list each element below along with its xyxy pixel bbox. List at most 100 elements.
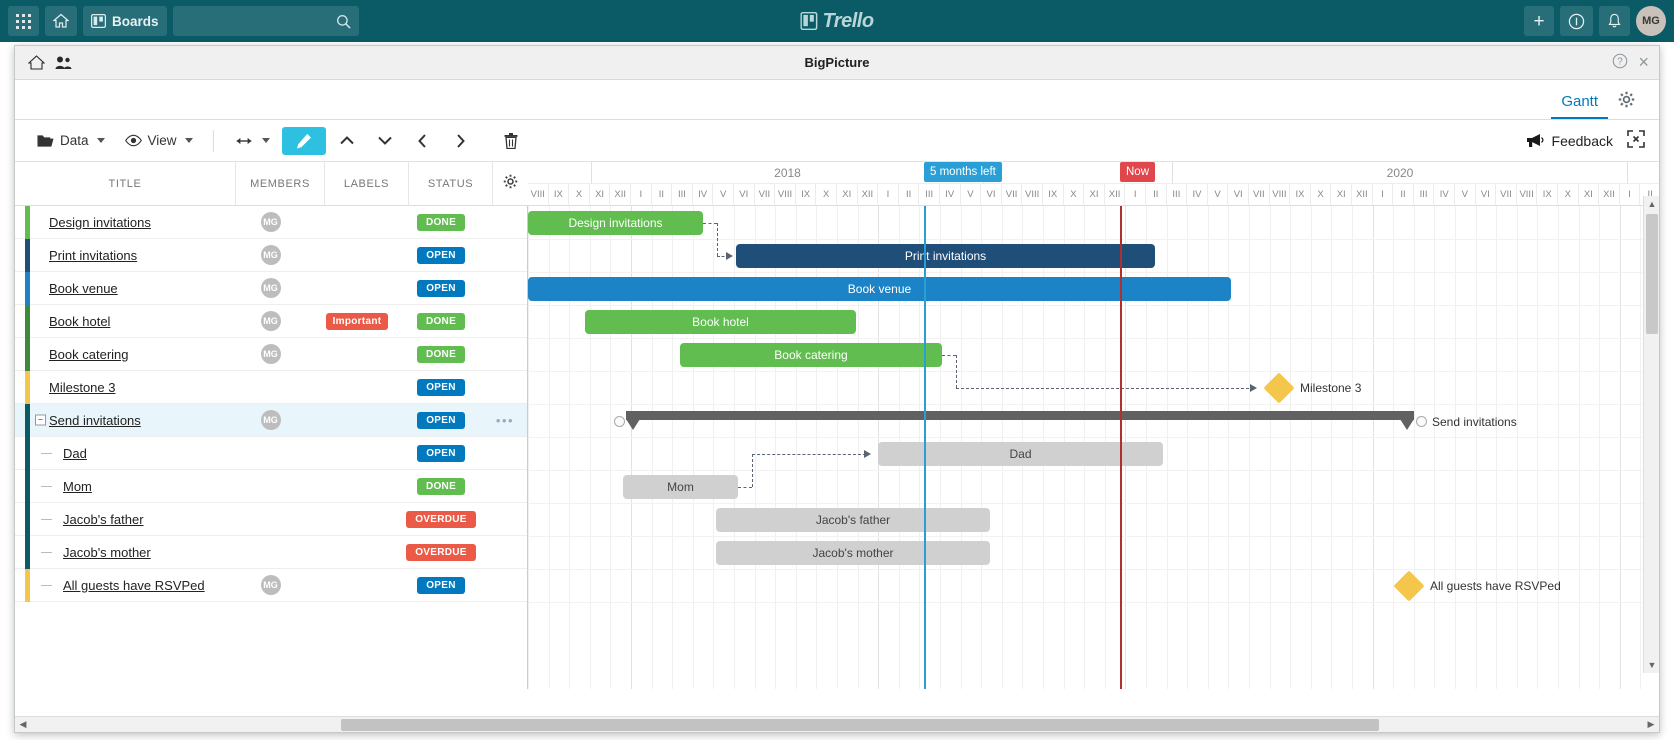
scroll-up-arrow[interactable]: ▲	[1644, 196, 1659, 212]
member-avatar[interactable]: MG	[261, 344, 281, 364]
row-title-link[interactable]: Book hotel	[49, 314, 110, 329]
move-up-button[interactable]	[330, 127, 364, 155]
status-badge[interactable]: OPEN	[417, 280, 465, 297]
row-title-link[interactable]: Milestone 3	[49, 380, 115, 395]
scroll-down-arrow[interactable]: ▼	[1644, 657, 1659, 673]
move-down-button[interactable]	[368, 127, 402, 155]
add-icon[interactable]: +	[1524, 6, 1554, 36]
status-badge[interactable]: DONE	[417, 346, 465, 363]
table-row[interactable]: Jacob's father OVERDUE	[15, 503, 527, 536]
table-row[interactable]: All guests have RSVPedMGOPEN	[15, 569, 527, 602]
status-badge[interactable]: OPEN	[417, 247, 465, 264]
table-row[interactable]: Book hotel MG Important DONE	[15, 305, 527, 338]
indent-button[interactable]	[444, 127, 478, 155]
milestone-diamond[interactable]	[1393, 570, 1424, 601]
summary-handle-right[interactable]	[1416, 416, 1427, 427]
timeline-marker-label[interactable]: 5 months left	[924, 162, 1002, 182]
apps-grid-icon[interactable]	[8, 6, 39, 36]
trello-logo[interactable]: Trello	[800, 10, 873, 33]
table-row[interactable]: Dad OPEN	[15, 437, 527, 470]
scroll-right-arrow[interactable]: ▶	[1643, 717, 1659, 733]
status-badge[interactable]: OPEN	[417, 412, 465, 429]
vertical-scroll-thumb[interactable]	[1646, 214, 1658, 334]
row-title-link[interactable]: Jacob's father	[63, 512, 144, 527]
member-avatar[interactable]: MG	[261, 245, 281, 265]
horizontal-scroll-thumb[interactable]	[341, 719, 1379, 731]
row-title-link[interactable]: Mom	[63, 479, 92, 494]
info-icon[interactable]	[1560, 6, 1593, 36]
row-expander[interactable]: −	[35, 415, 46, 426]
fullscreen-button[interactable]	[1627, 130, 1645, 151]
summary-handle-left[interactable]	[614, 416, 625, 427]
vertical-scrollbar[interactable]: ▲ ▼	[1643, 196, 1659, 673]
edit-mode-button[interactable]	[282, 127, 326, 155]
view-menu-button[interactable]: View	[117, 127, 201, 155]
tab-gantt[interactable]: Gantt	[1551, 93, 1608, 119]
table-row[interactable]: Mom DONE	[15, 470, 527, 503]
gantt-bar[interactable]: Jacob's father	[716, 508, 990, 532]
status-badge[interactable]: OVERDUE	[406, 511, 476, 528]
status-badge[interactable]: OPEN	[417, 379, 465, 396]
column-title[interactable]: TITLE	[15, 162, 236, 206]
gantt-bar[interactable]: Book hotel	[585, 310, 856, 334]
search-box[interactable]	[173, 6, 359, 36]
member-avatar[interactable]: MG	[261, 212, 281, 232]
table-row[interactable]: Book venue MG OPEN	[15, 272, 527, 305]
modal-people-icon[interactable]	[53, 52, 75, 74]
member-avatar[interactable]: MG	[261, 410, 281, 430]
boards-button[interactable]: Boards	[83, 6, 167, 36]
modal-home-icon[interactable]	[25, 52, 47, 74]
table-row[interactable]: −Send invitations MG OPEN •••	[15, 404, 527, 437]
table-row[interactable]: Design invitations MG DONE	[15, 206, 527, 239]
gantt-bar[interactable]: Jacob's mother	[716, 541, 990, 565]
help-icon[interactable]: ?	[1612, 53, 1628, 73]
delete-button[interactable]	[494, 127, 528, 155]
table-row[interactable]: Book catering MG DONE	[15, 338, 527, 371]
status-badge[interactable]: OPEN	[417, 445, 465, 462]
member-avatar[interactable]: MG	[261, 575, 281, 595]
column-settings-gear-icon[interactable]	[493, 162, 527, 206]
outdent-button[interactable]	[406, 127, 440, 155]
row-actions-menu[interactable]: •••	[483, 413, 527, 428]
row-title-link[interactable]: Print invitations	[49, 248, 137, 263]
table-row[interactable]: Jacob's mother OVERDUE	[15, 536, 527, 569]
scroll-left-arrow[interactable]: ◀	[15, 717, 31, 733]
status-badge[interactable]: DONE	[417, 478, 465, 495]
gantt-bar[interactable]: Print invitations	[736, 244, 1155, 268]
row-title-link[interactable]: Send invitations	[49, 413, 141, 428]
row-title-link[interactable]: Book venue	[49, 281, 118, 296]
member-avatar[interactable]: MG	[261, 311, 281, 331]
status-badge[interactable]: OVERDUE	[406, 544, 476, 561]
label-badge[interactable]: Important	[326, 313, 389, 330]
column-members[interactable]: MEMBERS	[236, 162, 325, 206]
summary-bar[interactable]	[626, 411, 1414, 429]
feedback-button[interactable]: Feedback	[1526, 133, 1613, 149]
close-icon[interactable]: ×	[1638, 52, 1649, 73]
gantt-bar[interactable]: Design invitations	[528, 211, 703, 235]
column-status[interactable]: STATUS	[409, 162, 493, 206]
zoom-scale-button[interactable]	[226, 127, 278, 155]
row-title-link[interactable]: Design invitations	[49, 215, 151, 230]
gantt-bar[interactable]: Book venue	[528, 277, 1231, 301]
status-badge[interactable]: DONE	[417, 313, 465, 330]
table-row[interactable]: Milestone 3 OPEN	[15, 371, 527, 404]
timeline-marker-label[interactable]: Now	[1120, 162, 1155, 182]
status-badge[interactable]: DONE	[417, 214, 465, 231]
row-title-link[interactable]: Book catering	[49, 347, 129, 362]
column-labels[interactable]: LABELS	[325, 162, 409, 206]
settings-gear-icon[interactable]	[1608, 91, 1639, 119]
avatar[interactable]: MG	[1636, 6, 1666, 36]
row-title-link[interactable]: Jacob's mother	[63, 545, 151, 560]
status-badge[interactable]: OPEN	[417, 577, 465, 594]
member-avatar[interactable]: MG	[261, 278, 281, 298]
gantt-bar[interactable]: Book catering	[680, 343, 942, 367]
horizontal-scrollbar[interactable]: ◀ ▶	[15, 716, 1659, 732]
horizontal-scroll-track[interactable]	[31, 717, 1643, 733]
home-icon[interactable]	[45, 6, 77, 36]
table-row[interactable]: Print invitations MG OPEN	[15, 239, 527, 272]
data-menu-button[interactable]: Data	[29, 127, 113, 155]
search-input[interactable]	[181, 14, 331, 29]
bell-icon[interactable]	[1599, 6, 1630, 36]
row-title-link[interactable]: Dad	[63, 446, 87, 461]
gantt-bar[interactable]: Mom	[623, 475, 738, 499]
